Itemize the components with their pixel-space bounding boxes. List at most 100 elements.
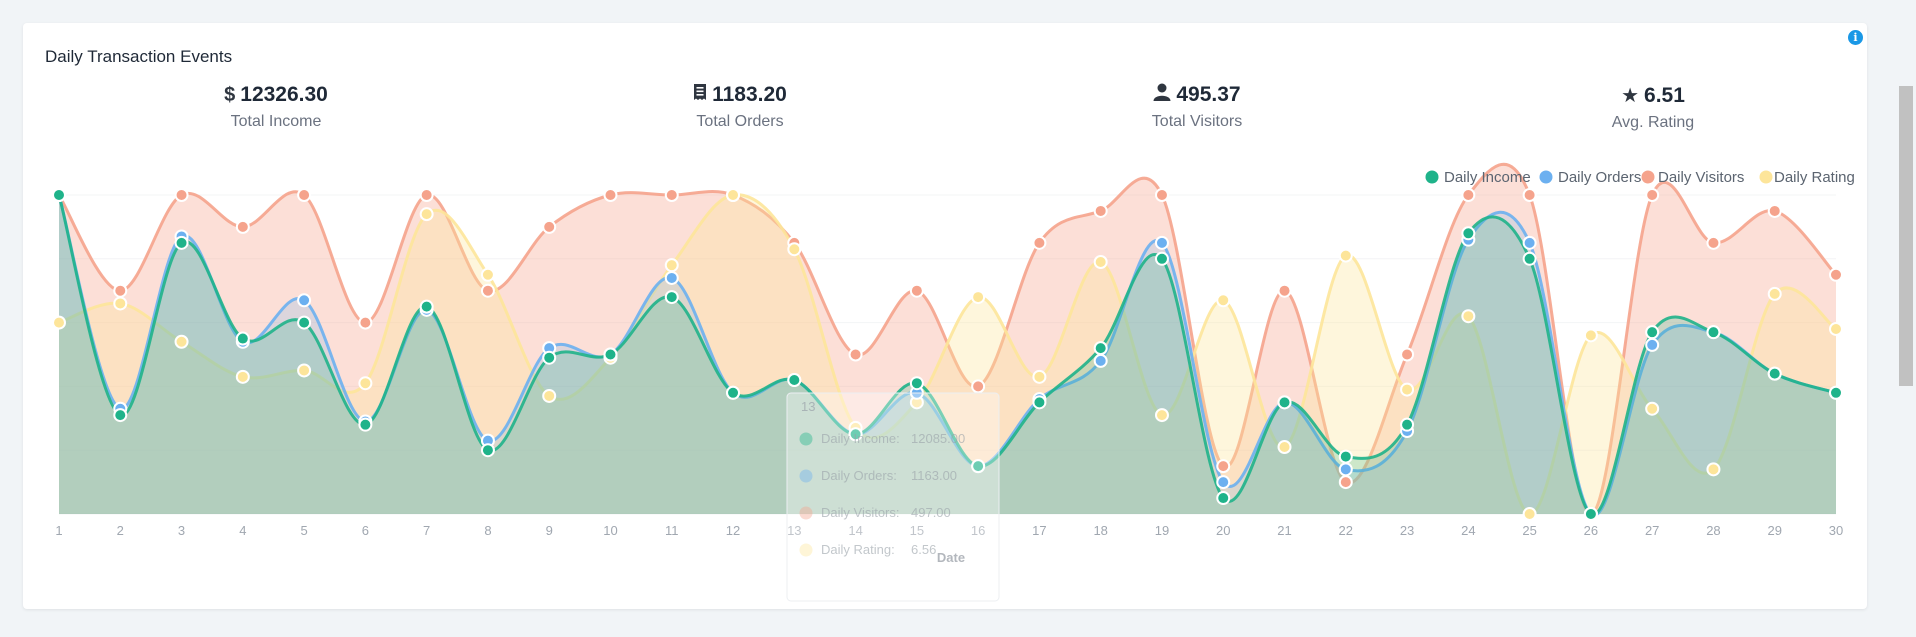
point-daily-visitors[interactable] (664, 188, 679, 202)
point-daily-rating[interactable] (787, 242, 802, 257)
point-daily-visitors[interactable] (1032, 235, 1047, 250)
point-daily-visitors[interactable] (1767, 203, 1782, 218)
point-daily-visitors[interactable] (1829, 267, 1843, 282)
point-daily-income[interactable] (235, 331, 250, 346)
point-daily-income[interactable] (358, 417, 373, 432)
scrollbar[interactable] (1896, 0, 1916, 637)
point-daily-visitors[interactable] (1522, 188, 1537, 202)
point-daily-orders[interactable] (1093, 353, 1108, 368)
point-daily-income[interactable] (726, 385, 741, 400)
point-daily-rating[interactable] (664, 258, 679, 273)
point-daily-rating[interactable] (1154, 408, 1169, 423)
tooltip-box (786, 392, 1000, 602)
point-daily-rating[interactable] (726, 188, 741, 202)
point-daily-income[interactable] (1093, 341, 1108, 356)
point-daily-visitors[interactable] (909, 283, 924, 298)
point-daily-rating[interactable] (419, 207, 434, 222)
point-daily-visitors[interactable] (235, 219, 250, 234)
point-daily-orders[interactable] (664, 270, 679, 285)
point-daily-income[interactable] (603, 347, 618, 362)
point-daily-visitors[interactable] (113, 283, 128, 298)
point-daily-income[interactable] (542, 350, 557, 365)
point-daily-income[interactable] (1461, 226, 1476, 241)
point-daily-visitors[interactable] (1706, 235, 1721, 250)
point-daily-visitors[interactable] (848, 347, 863, 362)
point-daily-rating[interactable] (480, 267, 495, 282)
point-daily-visitors[interactable] (1461, 188, 1476, 202)
point-daily-visitors[interactable] (603, 188, 618, 202)
point-daily-rating[interactable] (1093, 254, 1108, 269)
point-daily-visitors[interactable] (297, 188, 312, 202)
point-daily-rating[interactable] (1032, 369, 1047, 384)
tooltip-value: 6.56 (911, 542, 936, 557)
point-daily-orders[interactable] (297, 293, 312, 308)
point-daily-visitors[interactable] (1277, 283, 1292, 298)
point-daily-visitors[interactable] (1154, 188, 1169, 202)
point-daily-rating[interactable] (1461, 309, 1476, 324)
point-daily-rating[interactable] (971, 290, 986, 305)
point-daily-rating[interactable] (1522, 507, 1537, 521)
point-daily-income[interactable] (1216, 491, 1231, 506)
point-daily-income[interactable] (1338, 449, 1353, 464)
point-daily-income[interactable] (297, 315, 312, 330)
point-daily-income[interactable] (174, 235, 189, 250)
point-daily-visitors[interactable] (1645, 188, 1660, 202)
point-daily-income[interactable] (1522, 251, 1537, 266)
point-daily-rating[interactable] (297, 363, 312, 378)
point-daily-rating[interactable] (113, 296, 128, 311)
point-daily-rating[interactable] (1829, 321, 1843, 336)
point-daily-rating[interactable] (1277, 440, 1292, 455)
point-daily-orders[interactable] (1216, 475, 1231, 490)
point-daily-income[interactable] (419, 299, 434, 314)
tooltip-marker (799, 543, 813, 557)
point-daily-visitors[interactable] (174, 188, 189, 202)
point-daily-income[interactable] (787, 373, 802, 388)
point-daily-income[interactable] (1583, 507, 1598, 521)
point-daily-rating[interactable] (1645, 401, 1660, 416)
point-daily-orders[interactable] (1154, 235, 1169, 250)
point-daily-income[interactable] (1829, 385, 1843, 400)
point-daily-rating[interactable] (1216, 293, 1231, 308)
point-daily-income[interactable] (1032, 395, 1047, 410)
area-chart[interactable]: 1 2 3 4 5 6 7 8 9 10 11 12 13 14 15 16 17 18 19 20 21 22 23 24 2… (23, 23, 1867, 609)
point-daily-income[interactable] (1277, 395, 1292, 410)
scrollbar-thumb[interactable] (1899, 86, 1913, 386)
tooltip-marker (799, 469, 813, 483)
point-daily-income[interactable] (1645, 325, 1660, 340)
point-daily-income[interactable] (1154, 251, 1169, 266)
point-daily-rating[interactable] (542, 388, 557, 403)
point-daily-income[interactable] (1400, 417, 1415, 432)
point-daily-visitors[interactable] (419, 188, 434, 202)
point-daily-income[interactable] (52, 188, 66, 202)
point-daily-income[interactable] (1767, 366, 1782, 381)
point-daily-rating[interactable] (1706, 462, 1721, 477)
point-daily-visitors[interactable] (971, 379, 986, 394)
x-tick-label: 18 (1093, 523, 1107, 538)
point-daily-visitors[interactable] (542, 219, 557, 234)
point-daily-visitors[interactable] (1338, 475, 1353, 490)
point-daily-income[interactable] (113, 408, 128, 423)
point-daily-rating[interactable] (358, 376, 373, 391)
point-daily-orders[interactable] (1338, 462, 1353, 477)
point-daily-visitors[interactable] (358, 315, 373, 330)
point-daily-visitors[interactable] (1216, 459, 1231, 474)
point-daily-rating[interactable] (174, 334, 189, 349)
point-daily-income[interactable] (480, 443, 495, 458)
point-daily-income[interactable] (909, 376, 924, 391)
point-daily-visitors[interactable] (1093, 203, 1108, 218)
x-tick-label: 8 (484, 523, 491, 538)
point-daily-income[interactable] (1706, 325, 1721, 340)
point-daily-rating[interactable] (1400, 382, 1415, 397)
point-daily-income[interactable] (664, 290, 679, 305)
point-daily-rating[interactable] (235, 369, 250, 384)
point-daily-visitors[interactable] (1400, 347, 1415, 362)
x-tick-label: 24 (1461, 523, 1475, 538)
point-daily-orders[interactable] (1522, 235, 1537, 250)
point-daily-orders[interactable] (1645, 337, 1660, 352)
point-daily-rating[interactable] (52, 315, 66, 330)
point-daily-rating[interactable] (1338, 248, 1353, 263)
tooltip-value: 12085.00 (911, 431, 965, 446)
point-daily-rating[interactable] (1583, 328, 1598, 343)
point-daily-rating[interactable] (1767, 286, 1782, 301)
point-daily-visitors[interactable] (480, 283, 495, 298)
